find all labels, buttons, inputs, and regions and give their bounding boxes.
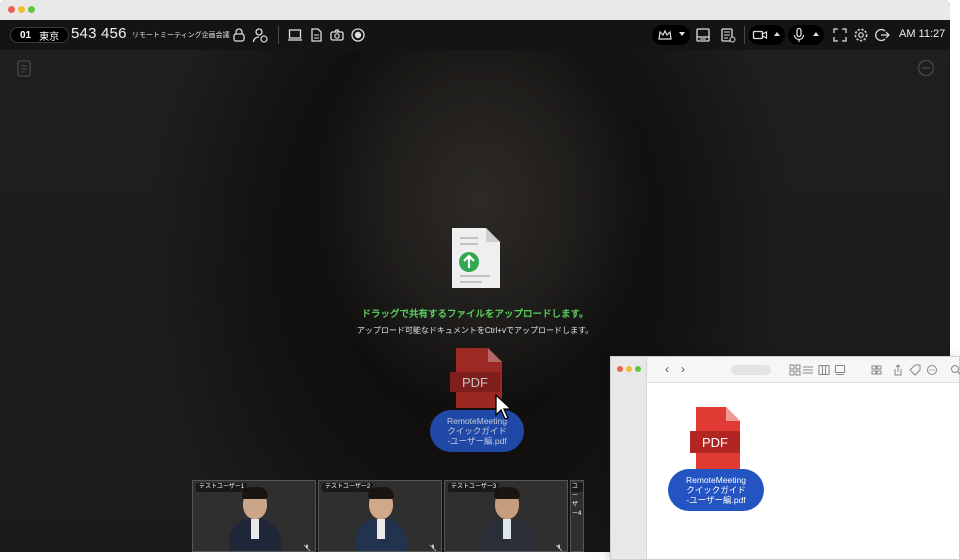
drop-subtitle: アップロード可能なドキュメントをCtrl+vでアップロードします。 [356, 326, 594, 335]
room-number: 01 [20, 29, 32, 41]
chat-icon[interactable] [916, 58, 936, 78]
document-icon[interactable] [308, 27, 324, 43]
participant-tile[interactable]: テストユーザー2 [318, 480, 442, 552]
mic-muted-icon [555, 539, 563, 551]
settings-icon[interactable] [853, 27, 869, 43]
layout-icon[interactable] [695, 27, 711, 43]
file-browser-window: ‹ › [610, 356, 960, 560]
participant-name: ユーザー4 [571, 483, 583, 517]
minimize-window-button[interactable] [18, 6, 25, 13]
pdf-file-name-line: クイックガイド [686, 485, 746, 495]
gallery-view-icon[interactable] [834, 364, 846, 376]
lock-icon[interactable] [231, 27, 247, 43]
crown-icon[interactable] [657, 27, 673, 43]
pdf-file-name-line: RemoteMeeting [685, 475, 746, 485]
document-share-icon[interactable] [720, 27, 736, 43]
toolbar-separator [278, 26, 279, 44]
window-titlebar [0, 0, 950, 20]
toolbar-separator [744, 26, 745, 44]
chevron-down-icon[interactable] [679, 32, 685, 36]
screen-share-icon[interactable] [287, 27, 303, 43]
pdf-file-name-line: -ユーザー編.pdf [686, 495, 746, 505]
close-window-button[interactable] [617, 366, 623, 372]
chevron-up-icon[interactable] [813, 32, 819, 36]
participant-video [229, 487, 281, 551]
upload-document-icon [450, 226, 502, 290]
tag-icon[interactable] [909, 364, 921, 376]
participant-name: テストユーザー3 [448, 483, 500, 492]
forward-arrow-icon[interactable]: › [677, 362, 689, 376]
share-icon[interactable] [892, 364, 904, 376]
participant-name: テストユーザー2 [322, 483, 374, 492]
minimize-window-button[interactable] [626, 366, 632, 372]
list-view-icon[interactable] [802, 364, 814, 376]
close-window-button[interactable] [8, 6, 15, 13]
participant-name: テストユーザー1 [196, 483, 248, 492]
mouse-pointer-icon [494, 393, 513, 420]
meeting-toolbar: 01 東京 543 456 リモートミーティング企画会議 AM 11:27 [0, 20, 950, 50]
file-browser-sidebar [611, 357, 647, 559]
pdf-file-icon[interactable]: PDF [690, 407, 742, 469]
room-badge[interactable]: 01 東京 [10, 27, 70, 43]
user-manage-icon[interactable] [252, 27, 268, 43]
pdf-type-label: PDF [702, 435, 728, 450]
participant-video [355, 487, 407, 551]
participant-tile[interactable]: テストユーザー3 [444, 480, 568, 552]
back-arrow-icon[interactable]: ‹ [661, 362, 673, 376]
camera-icon[interactable] [329, 27, 345, 43]
dragged-pdf-type: PDF [462, 375, 488, 390]
dragged-file-name-line: クイックガイド [447, 426, 507, 436]
room-location: 東京 [39, 31, 60, 43]
meeting-id: 543 456 [71, 25, 127, 42]
zoom-window-button[interactable] [635, 366, 641, 372]
participant-tile[interactable]: ユーザー4 [570, 480, 584, 552]
search-icon[interactable] [950, 364, 960, 376]
chevron-up-icon[interactable] [774, 32, 780, 36]
dragged-file-name-line: -ユーザー編.pdf [447, 436, 507, 446]
mic-muted-icon [303, 539, 311, 551]
pdf-file-name[interactable]: RemoteMeeting クイックガイド -ユーザー編.pdf [668, 469, 764, 511]
more-actions-icon[interactable] [926, 364, 938, 376]
path-field[interactable] [731, 365, 771, 375]
participant-tile[interactable]: テストユーザー1 [192, 480, 316, 552]
exit-icon[interactable] [874, 27, 890, 43]
video-icon[interactable] [752, 27, 768, 43]
group-icon[interactable] [871, 364, 883, 376]
mic-muted-icon [429, 539, 437, 551]
participant-strip: テストユーザー1 テストユーザー2 テストユーザー3 ユーザー4 [192, 480, 584, 552]
icon-view-icon[interactable] [789, 364, 801, 376]
clock: AM 11:27 [899, 28, 946, 40]
column-view-icon[interactable] [818, 364, 830, 376]
fullscreen-icon[interactable] [832, 27, 848, 43]
clipboard-icon[interactable] [14, 58, 34, 78]
microphone-icon[interactable] [791, 27, 807, 43]
file-browser-toolbar: ‹ › [647, 357, 960, 383]
zoom-window-button[interactable] [28, 6, 35, 13]
meeting-name: リモートミーティング企画会議 [132, 32, 230, 39]
record-icon[interactable] [350, 27, 366, 43]
drop-title: ドラッグで共有するファイルをアップロードします。 [361, 309, 589, 320]
participant-video [481, 487, 533, 551]
